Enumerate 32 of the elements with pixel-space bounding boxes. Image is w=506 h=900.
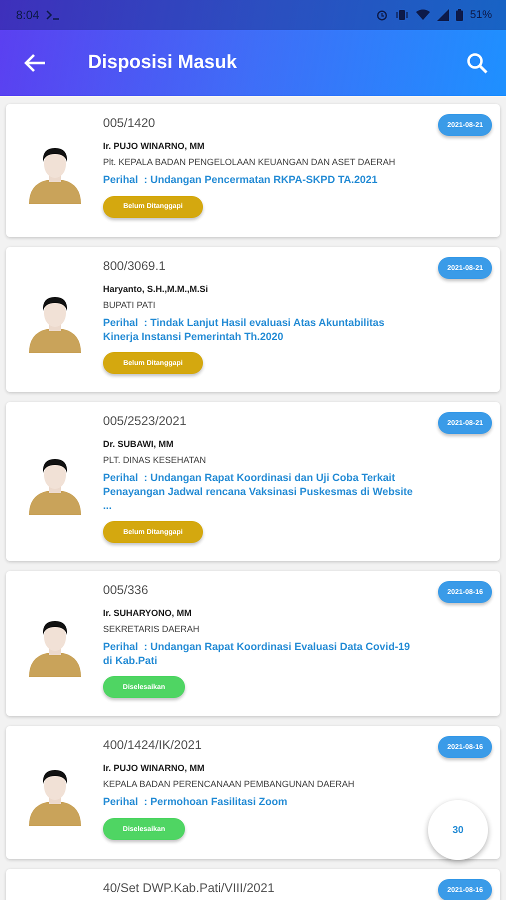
- screen-title: Disposisi Masuk: [88, 52, 238, 74]
- sender-position: SEKRETARIS DAERAH: [103, 624, 200, 634]
- sender-position: Plt. KEPALA BADAN PENGELOLAAN KEUANGAN DAN ASET DAERAH: [103, 157, 396, 167]
- letter-subject: Perihal : Undangan Rapat Koordinasi dan Uji Coba Terkait Penayangan Jadwal rencana Vaksinasi Puskesmas di Website ...: [103, 472, 414, 514]
- sender-name: Haryanto, S.H.,M.M.,M.Si: [103, 284, 208, 294]
- letter-number: 005/336: [103, 583, 148, 598]
- vibrate-icon: [394, 9, 409, 21]
- back-arrow-icon[interactable]: [24, 53, 46, 73]
- letter-subject: Perihal : Tindak Lanjut Hasil evaluasi Atas Akuntabilitas Kinerja Instansi Pemerintah Th.2020: [103, 317, 386, 344]
- letter-number: 400/1424/IK/2021: [103, 738, 202, 752]
- sender-name: Ir. SUHARYONO, MM: [103, 608, 192, 618]
- sender-position: PLT. DINAS KESEHATAN: [103, 455, 206, 466]
- search-icon[interactable]: [466, 52, 488, 74]
- letter-number: 005/2523/2021: [103, 414, 186, 428]
- signal-icon: [436, 9, 449, 21]
- sender-position: KEPALA BADAN PERENCANAAN PEMBANGUNAN DAERAH: [103, 779, 354, 790]
- letter-number: 800/3069.1: [103, 259, 166, 273]
- sender-name: Dr. SUBAWI, MM: [103, 439, 174, 450]
- sender-name: Ir. PUJO WINARNO, MM: [103, 763, 205, 774]
- letter-subject: Perihal : Permohoan Fasilitasi Zoom: [103, 796, 288, 810]
- sender-position: BUPATI PATI: [103, 300, 156, 310]
- wifi-icon: [416, 9, 430, 21]
- letter-subject: Perihal : Undangan Pencermatan RKPA-SKPD TA.2021: [103, 174, 378, 188]
- battery-level: 51%: [470, 9, 492, 21]
- alarm-icon: [376, 9, 388, 21]
- letter-number: 005/1420: [103, 116, 156, 130]
- status-time: 8:04: [16, 8, 40, 22]
- sender-name: Ir. PUJO WINARNO, MM: [103, 141, 205, 151]
- letter-subject: Perihal : Undangan Rapat Koordinasi Evaluasi Data Covid-19 di Kab.Pati: [103, 641, 411, 668]
- terminal-icon: [46, 10, 60, 20]
- letter-number: 40/Set DWP.Kab.Pati/VIII/2021: [103, 881, 274, 896]
- battery-icon: [456, 9, 463, 21]
